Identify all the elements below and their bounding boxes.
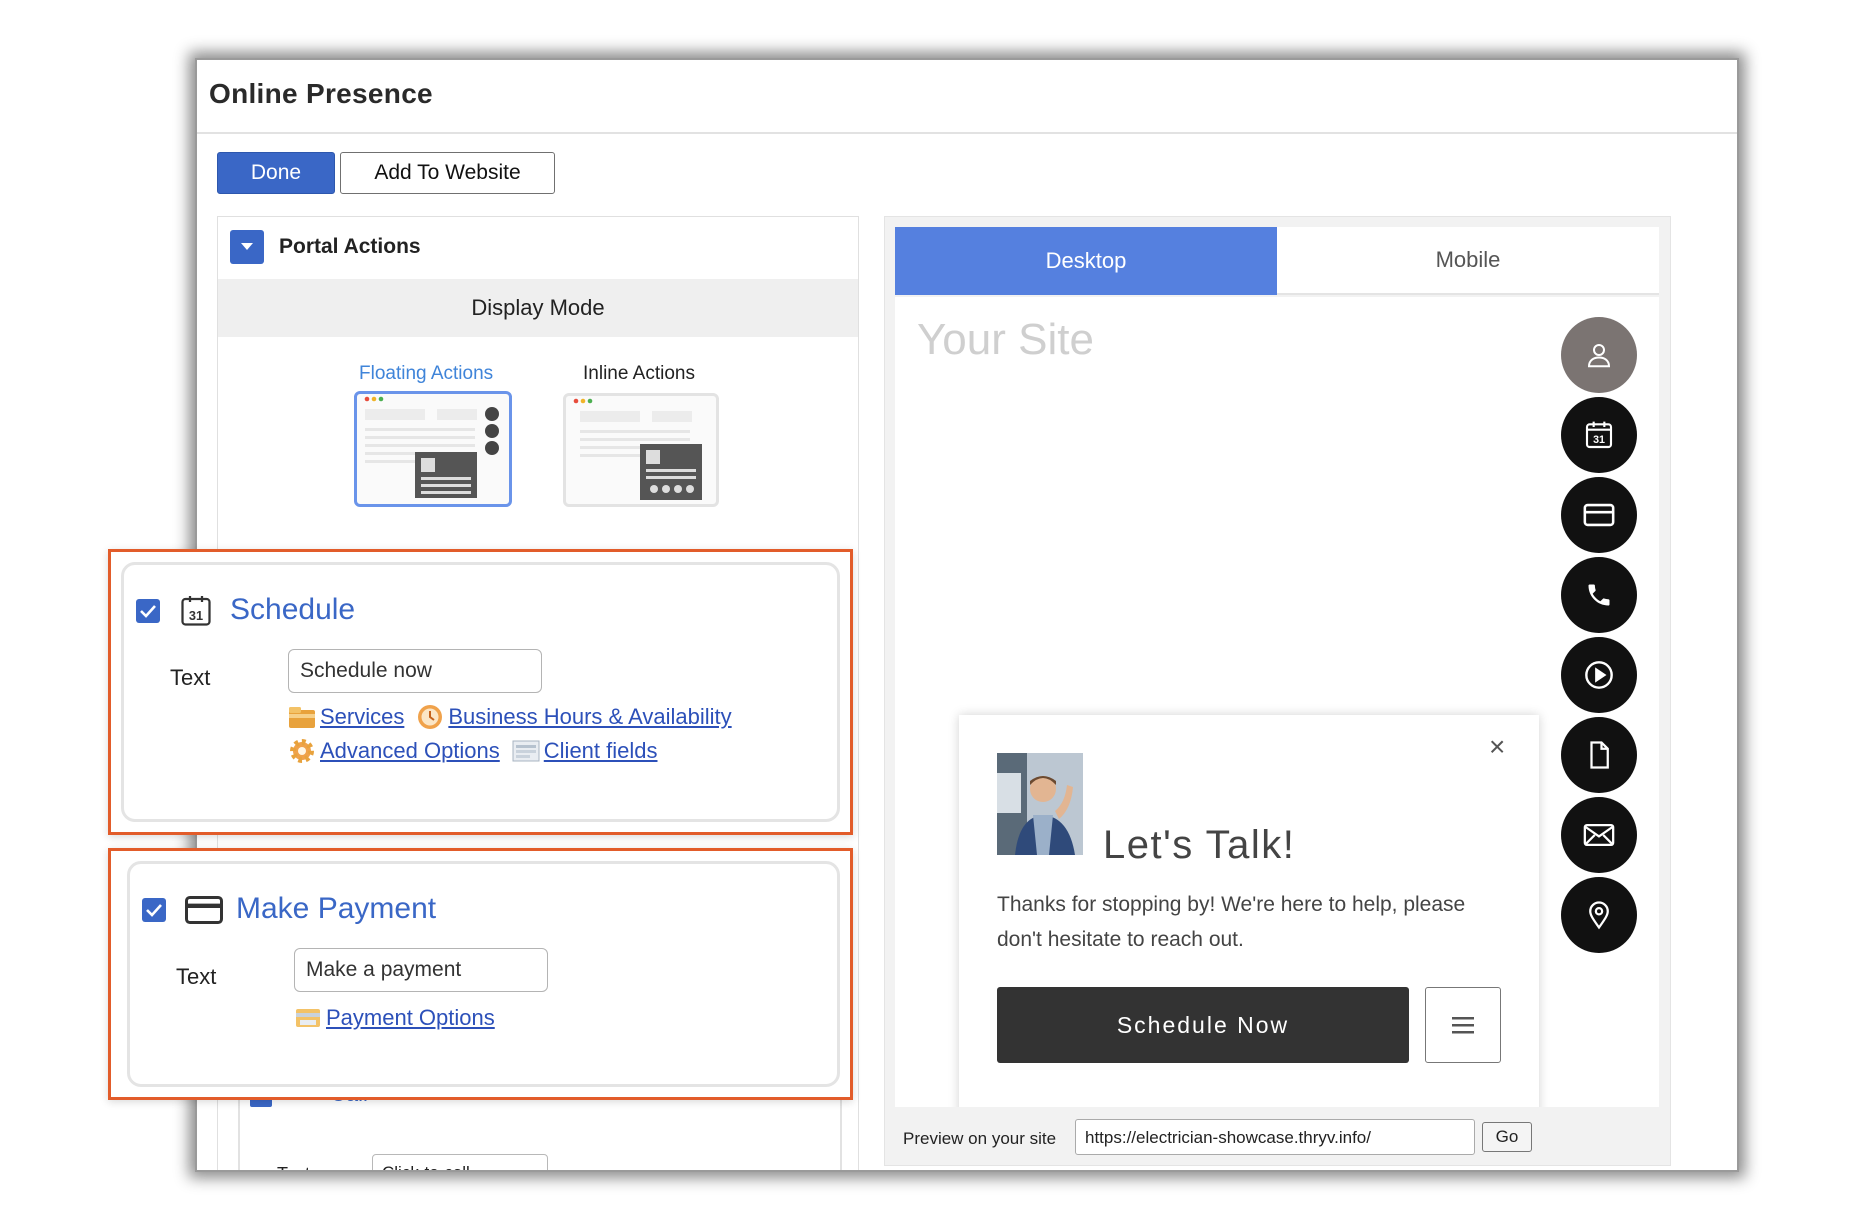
payment-card-icon bbox=[294, 1004, 322, 1032]
schedule-action-callout: 31 Schedule Text Schedule now Services B… bbox=[108, 549, 853, 835]
schedule-action-card: 31 Schedule Text Schedule now Services B… bbox=[121, 562, 840, 822]
payment-options-link[interactable]: Payment Options bbox=[326, 1005, 495, 1031]
display-mode-heading: Display Mode bbox=[218, 279, 858, 337]
tab-mobile[interactable]: Mobile bbox=[1277, 227, 1659, 295]
technician-avatar-icon bbox=[997, 753, 1083, 855]
payment-links-row: Payment Options bbox=[294, 1004, 495, 1032]
schedule-text-label: Text bbox=[170, 665, 211, 690]
popup-close-button[interactable]: × bbox=[1489, 731, 1505, 763]
payment-text-label: Text bbox=[176, 964, 217, 989]
floating-actions-option[interactable] bbox=[354, 391, 512, 507]
fab-payment[interactable] bbox=[1561, 477, 1637, 553]
fab-email[interactable] bbox=[1561, 797, 1637, 873]
tab-desktop[interactable]: Desktop bbox=[895, 227, 1277, 295]
payment-action-card: Make Payment Text Make a payment Payment… bbox=[127, 861, 840, 1087]
floating-actions-label[interactable]: Floating Actions bbox=[359, 363, 493, 385]
collapse-toggle[interactable] bbox=[230, 230, 264, 264]
client-fields-link[interactable]: Client fields bbox=[544, 738, 658, 764]
business-hours-link[interactable]: Business Hours & Availability bbox=[448, 704, 731, 730]
clock-icon bbox=[416, 703, 444, 731]
add-to-website-button[interactable]: Add To Website bbox=[340, 152, 555, 194]
preview-on-site-label: Preview on your site bbox=[903, 1129, 1057, 1148]
schedule-links-row-2: Advanced Options Client fields bbox=[288, 737, 658, 765]
location-pin-icon bbox=[1589, 901, 1609, 930]
checkmark-icon bbox=[146, 904, 162, 917]
inline-actions-option[interactable] bbox=[563, 393, 719, 507]
preview-panel: Desktop Mobile Your Site 31 × Let's Talk… bbox=[884, 216, 1671, 1166]
fab-call[interactable] bbox=[1561, 557, 1637, 633]
caret-down-icon bbox=[241, 243, 253, 250]
payment-checkbox[interactable] bbox=[142, 898, 166, 922]
schedule-links-row-1: Services Business Hours & Availability bbox=[288, 703, 732, 731]
phone-icon bbox=[1588, 584, 1610, 606]
schedule-text-input[interactable]: Schedule now bbox=[288, 649, 542, 693]
call-text-label: Text bbox=[277, 1164, 310, 1170]
schedule-action-title: Schedule bbox=[230, 593, 356, 626]
hamburger-menu-icon bbox=[1452, 1017, 1474, 1034]
calendar-icon: 31 bbox=[181, 596, 211, 626]
credit-card-icon bbox=[185, 896, 223, 924]
services-folder-icon bbox=[288, 703, 316, 731]
title-divider bbox=[197, 132, 1737, 134]
site-preview-area: Your Site 31 × Let's Talk! Thanks for st… bbox=[895, 297, 1659, 1107]
svg-text:31: 31 bbox=[1593, 434, 1605, 446]
play-icon bbox=[1585, 661, 1613, 689]
done-button[interactable]: Done bbox=[217, 152, 335, 194]
preview-url-input[interactable]: https://electrician-showcase.thryv.info/ bbox=[1075, 1119, 1475, 1155]
payment-action-callout: Make Payment Text Make a payment Payment… bbox=[108, 848, 853, 1100]
credit-card-icon bbox=[1583, 503, 1615, 527]
schedule-action-icon: 31 bbox=[178, 593, 214, 634]
site-placeholder-title: Your Site bbox=[917, 315, 1094, 364]
portal-actions-title: Portal Actions bbox=[279, 235, 421, 258]
svg-text:31: 31 bbox=[189, 608, 203, 623]
mail-icon bbox=[1583, 823, 1615, 847]
call-text-input[interactable]: Click-to-call bbox=[372, 1154, 548, 1170]
calendar-icon: 31 bbox=[1585, 421, 1613, 449]
client-fields-form-icon bbox=[512, 737, 540, 765]
fab-profile[interactable] bbox=[1561, 317, 1637, 393]
payment-action-icon bbox=[184, 894, 224, 931]
portal-actions-header[interactable]: Portal Actions bbox=[230, 229, 421, 265]
floating-layout-illustration bbox=[364, 396, 499, 498]
payment-text-input[interactable]: Make a payment bbox=[294, 948, 548, 992]
lets-talk-popup: × Let's Talk! Thanks for stopping by! We bbox=[959, 715, 1539, 1107]
fab-video[interactable] bbox=[1561, 637, 1637, 713]
checkmark-icon bbox=[140, 605, 156, 618]
schedule-now-button[interactable]: Schedule Now bbox=[997, 987, 1409, 1063]
window-title: Online Presence bbox=[209, 78, 433, 109]
payment-action-title: Make Payment bbox=[236, 892, 437, 925]
popup-heading: Let's Talk! bbox=[1103, 823, 1296, 867]
fab-location[interactable] bbox=[1561, 877, 1637, 953]
popup-body-text: Thanks for stopping by! We're here to he… bbox=[997, 893, 1466, 951]
fab-schedule[interactable]: 31 bbox=[1561, 397, 1637, 473]
inline-layout-illustration bbox=[573, 398, 702, 500]
gear-icon bbox=[288, 737, 316, 765]
fab-document[interactable] bbox=[1561, 717, 1637, 793]
popup-menu-button[interactable] bbox=[1425, 987, 1501, 1063]
inline-actions-label[interactable]: Inline Actions bbox=[583, 363, 695, 385]
preview-go-button[interactable]: Go bbox=[1482, 1122, 1532, 1152]
schedule-checkbox[interactable] bbox=[136, 599, 160, 623]
user-icon bbox=[1587, 344, 1611, 368]
agent-photo bbox=[997, 753, 1083, 855]
advanced-options-link[interactable]: Advanced Options bbox=[320, 738, 500, 764]
services-link[interactable]: Services bbox=[320, 704, 404, 730]
document-icon bbox=[1590, 741, 1609, 769]
